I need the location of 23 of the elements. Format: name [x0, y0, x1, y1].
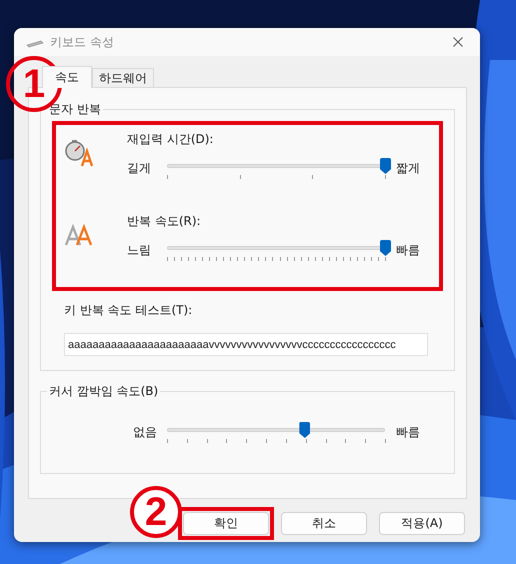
- max-label: 짧게: [396, 160, 420, 177]
- max-label: 빠름: [396, 242, 420, 259]
- window-title: 키보드 속성: [50, 34, 115, 50]
- input-field[interactable]: aaaaaaaaaaaaaaaaaaaaaaavvvvvvvvvvvvvvvvvccccccccccccccccc: [64, 333, 428, 356]
- dialog-button[interactable]: 확인: [183, 512, 269, 535]
- slider-thumb[interactable]: [380, 240, 391, 256]
- min-label: 길게: [127, 160, 152, 177]
- keyboard-icon: [26, 40, 44, 48]
- stopwatch-letter-icon: [64, 139, 96, 167]
- dialog-button[interactable]: 취소: [281, 512, 367, 535]
- slider-label: 재입력 시간(D):: [127, 131, 214, 147]
- tab[interactable]: 하드웨어: [92, 68, 154, 87]
- dialog-button[interactable]: 적용(A): [379, 512, 465, 535]
- max-label: 빠름: [396, 424, 420, 441]
- tab[interactable]: 속도: [42, 66, 92, 88]
- close-icon: [453, 37, 463, 47]
- min-label: 없음: [132, 424, 158, 441]
- slider-thumb[interactable]: [380, 158, 391, 174]
- field-label: 키 반복 속도 테스트(T):: [64, 302, 194, 318]
- slider-thumb[interactable]: [299, 422, 310, 438]
- min-label: 느림: [127, 242, 152, 259]
- group-title: 커서 깜박임 속도(B): [47, 384, 160, 399]
- slider-label: 반복 속도(R):: [127, 213, 202, 229]
